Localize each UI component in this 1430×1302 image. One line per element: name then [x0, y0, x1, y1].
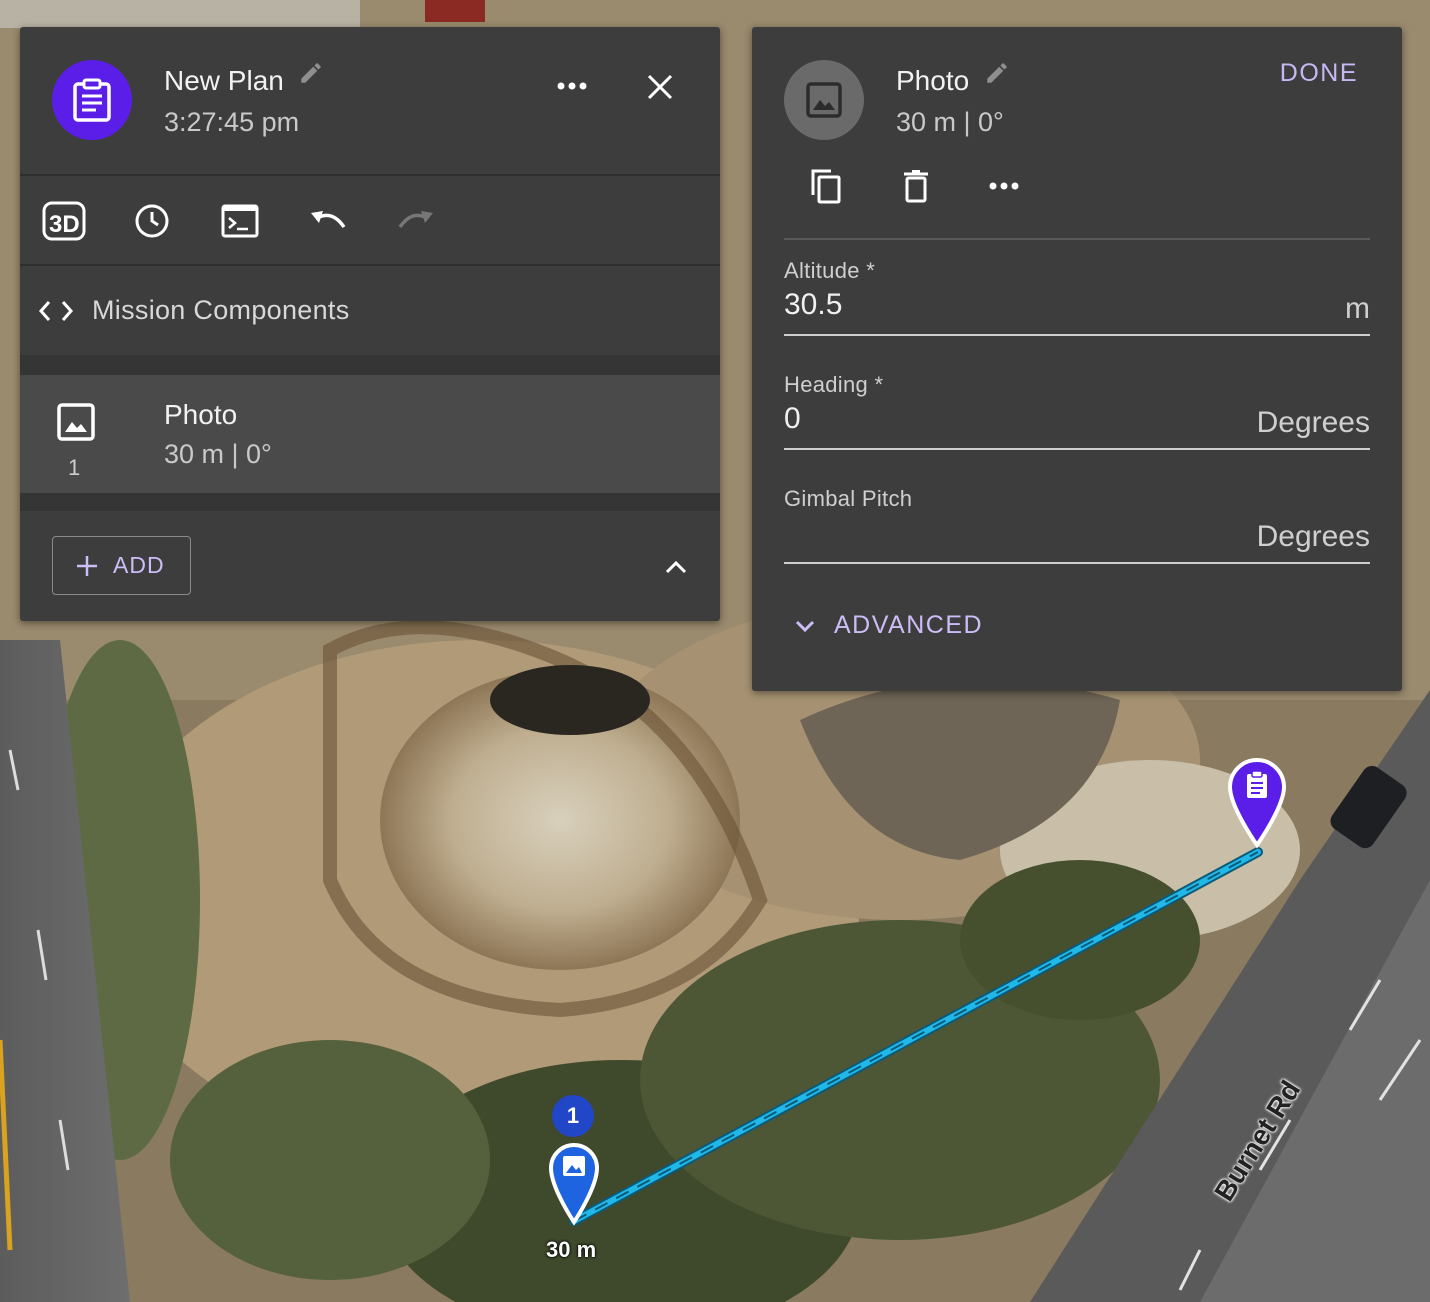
mission-components-label: Mission Components — [92, 295, 350, 325]
photo-waypoint-marker[interactable] — [547, 1140, 601, 1226]
waypoint-number-badge[interactable]: 1 — [552, 1095, 594, 1137]
plus-icon — [77, 555, 97, 576]
gimbal-pitch-field: Gimbal Pitch Degrees — [784, 486, 1370, 564]
more-options-icon[interactable] — [550, 69, 594, 103]
3d-view-icon[interactable]: 3D — [40, 197, 88, 245]
component-name: Photo — [164, 399, 238, 430]
gimbal-pitch-label: Gimbal Pitch — [784, 486, 913, 511]
advanced-toggle[interactable]: ADVANCED — [794, 611, 983, 640]
heading-label: Heading * — [784, 372, 884, 397]
code-brackets-icon — [36, 295, 76, 327]
waypoint-altitude-label: 30 m — [546, 1237, 597, 1262]
edit-pencil-icon[interactable] — [984, 60, 1010, 86]
altitude-input[interactable] — [784, 288, 1204, 322]
chevron-down-icon — [795, 620, 815, 632]
history-clock-icon[interactable] — [128, 197, 176, 245]
component-index: 1 — [68, 455, 81, 480]
plan-panel: New Plan 3:27:45 pm 3D Mission Component… — [20, 27, 720, 621]
altitude-field: Altitude * m — [784, 258, 1370, 336]
svg-text:3D: 3D — [49, 211, 80, 238]
image-icon — [806, 82, 842, 118]
advanced-label: ADVANCED — [834, 611, 984, 639]
plan-avatar — [52, 60, 132, 140]
altitude-unit: m — [1345, 292, 1370, 325]
photo-title[interactable]: Photo — [896, 65, 969, 97]
chevron-up-icon[interactable] — [656, 549, 696, 585]
gimbal-pitch-unit: Degrees — [1256, 520, 1370, 553]
plan-location-marker[interactable] — [1226, 757, 1288, 849]
heading-unit: Degrees — [1256, 406, 1370, 439]
image-icon — [563, 1156, 585, 1176]
plan-title[interactable]: New Plan — [164, 65, 284, 97]
clipboard-icon — [73, 78, 111, 122]
redo-icon[interactable] — [392, 197, 440, 245]
copy-icon[interactable] — [804, 164, 848, 208]
add-component-button[interactable]: ADD — [52, 536, 191, 595]
plan-time: 3:27:45 pm — [164, 107, 300, 137]
close-icon[interactable] — [640, 67, 680, 107]
gimbal-pitch-input[interactable] — [784, 516, 1204, 550]
add-button-label: ADD — [113, 552, 165, 578]
edit-pencil-icon[interactable] — [298, 60, 324, 86]
mission-component-row[interactable]: 1 Photo 30 m | 0° — [20, 375, 720, 493]
image-icon — [57, 403, 95, 441]
photo-settings-panel: Photo 30 m | 0° DONE Altitude * m Headin… — [752, 27, 1402, 691]
done-button[interactable]: DONE — [1280, 59, 1358, 88]
heading-field: Heading * Degrees — [784, 372, 1370, 450]
component-details: 30 m | 0° — [164, 439, 272, 469]
heading-input[interactable] — [784, 402, 1204, 436]
altitude-label: Altitude * — [784, 258, 876, 283]
delete-trash-icon[interactable] — [894, 164, 938, 208]
console-icon[interactable] — [216, 197, 264, 245]
undo-icon[interactable] — [304, 197, 352, 245]
waypoint-number: 1 — [566, 1103, 580, 1128]
photo-details: 30 m | 0° — [896, 107, 1004, 137]
clipboard-icon — [1247, 770, 1267, 798]
photo-avatar — [784, 60, 864, 140]
more-options-icon[interactable] — [982, 169, 1026, 203]
